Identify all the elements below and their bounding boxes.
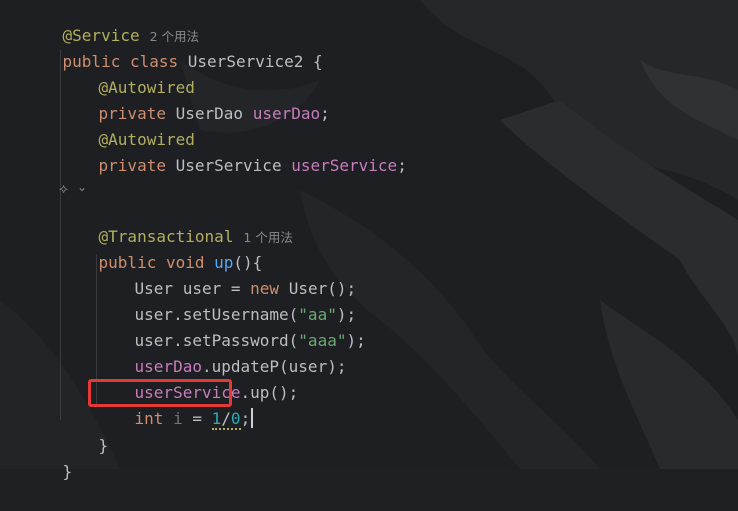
semicolon: ; <box>240 409 251 428</box>
call-end: ); <box>346 331 366 350</box>
code-line-13: user.setPassword("aaa"); <box>96 302 366 350</box>
code-line-6: private UserService userService; <box>60 127 407 175</box>
close-brace: } <box>62 462 73 481</box>
code-line-9: @Transactional 1 个用法 <box>60 198 293 246</box>
number-literal: 0 <box>230 409 241 428</box>
class-name[interactable]: UserService2 <box>188 52 304 71</box>
field-name[interactable]: userService <box>291 156 397 175</box>
code-line-10: public void up(){ <box>60 224 263 272</box>
code-line-4: private UserDao userDao; <box>60 75 330 123</box>
code-line-18: } <box>24 433 73 481</box>
spring-bean-icon[interactable]: ⟡ <box>59 181 68 197</box>
code-line-1: @Service 2 个用法 <box>24 0 200 45</box>
code-line-3: @Autowired <box>60 49 195 97</box>
close-brace: } <box>98 436 109 455</box>
equals-sign: = <box>192 409 202 428</box>
code-editor[interactable]: @Service 2 个用法 public class UserService2 … <box>0 0 738 481</box>
type-name[interactable]: UserService <box>176 156 282 175</box>
code-line-11: User user = new User(); <box>96 250 357 298</box>
code-line-2: public class UserService2 { <box>24 23 323 71</box>
code-line-17: } <box>60 407 109 455</box>
semicolon: ; <box>320 104 330 123</box>
code-line-5: @Autowired <box>60 101 195 149</box>
division-operator: / <box>221 409 231 428</box>
number-literal: 1 <box>211 409 222 428</box>
keyword-private: private <box>98 156 166 175</box>
field-name[interactable]: userDao <box>253 104 320 123</box>
text-caret <box>251 408 254 428</box>
code-line-15: userService.up(); <box>96 354 299 402</box>
unused-variable[interactable]: i <box>173 409 183 428</box>
chevron-down-icon[interactable]: ⌄ <box>77 180 87 194</box>
highlight-box <box>88 379 232 407</box>
code-line-12: user.setUsername("aa"); <box>96 276 357 324</box>
open-brace: { <box>313 52 323 71</box>
code-line-14: userDao.updateP(user); <box>96 328 347 376</box>
semicolon: ; <box>397 156 407 175</box>
keyword-int: int <box>134 409 164 428</box>
